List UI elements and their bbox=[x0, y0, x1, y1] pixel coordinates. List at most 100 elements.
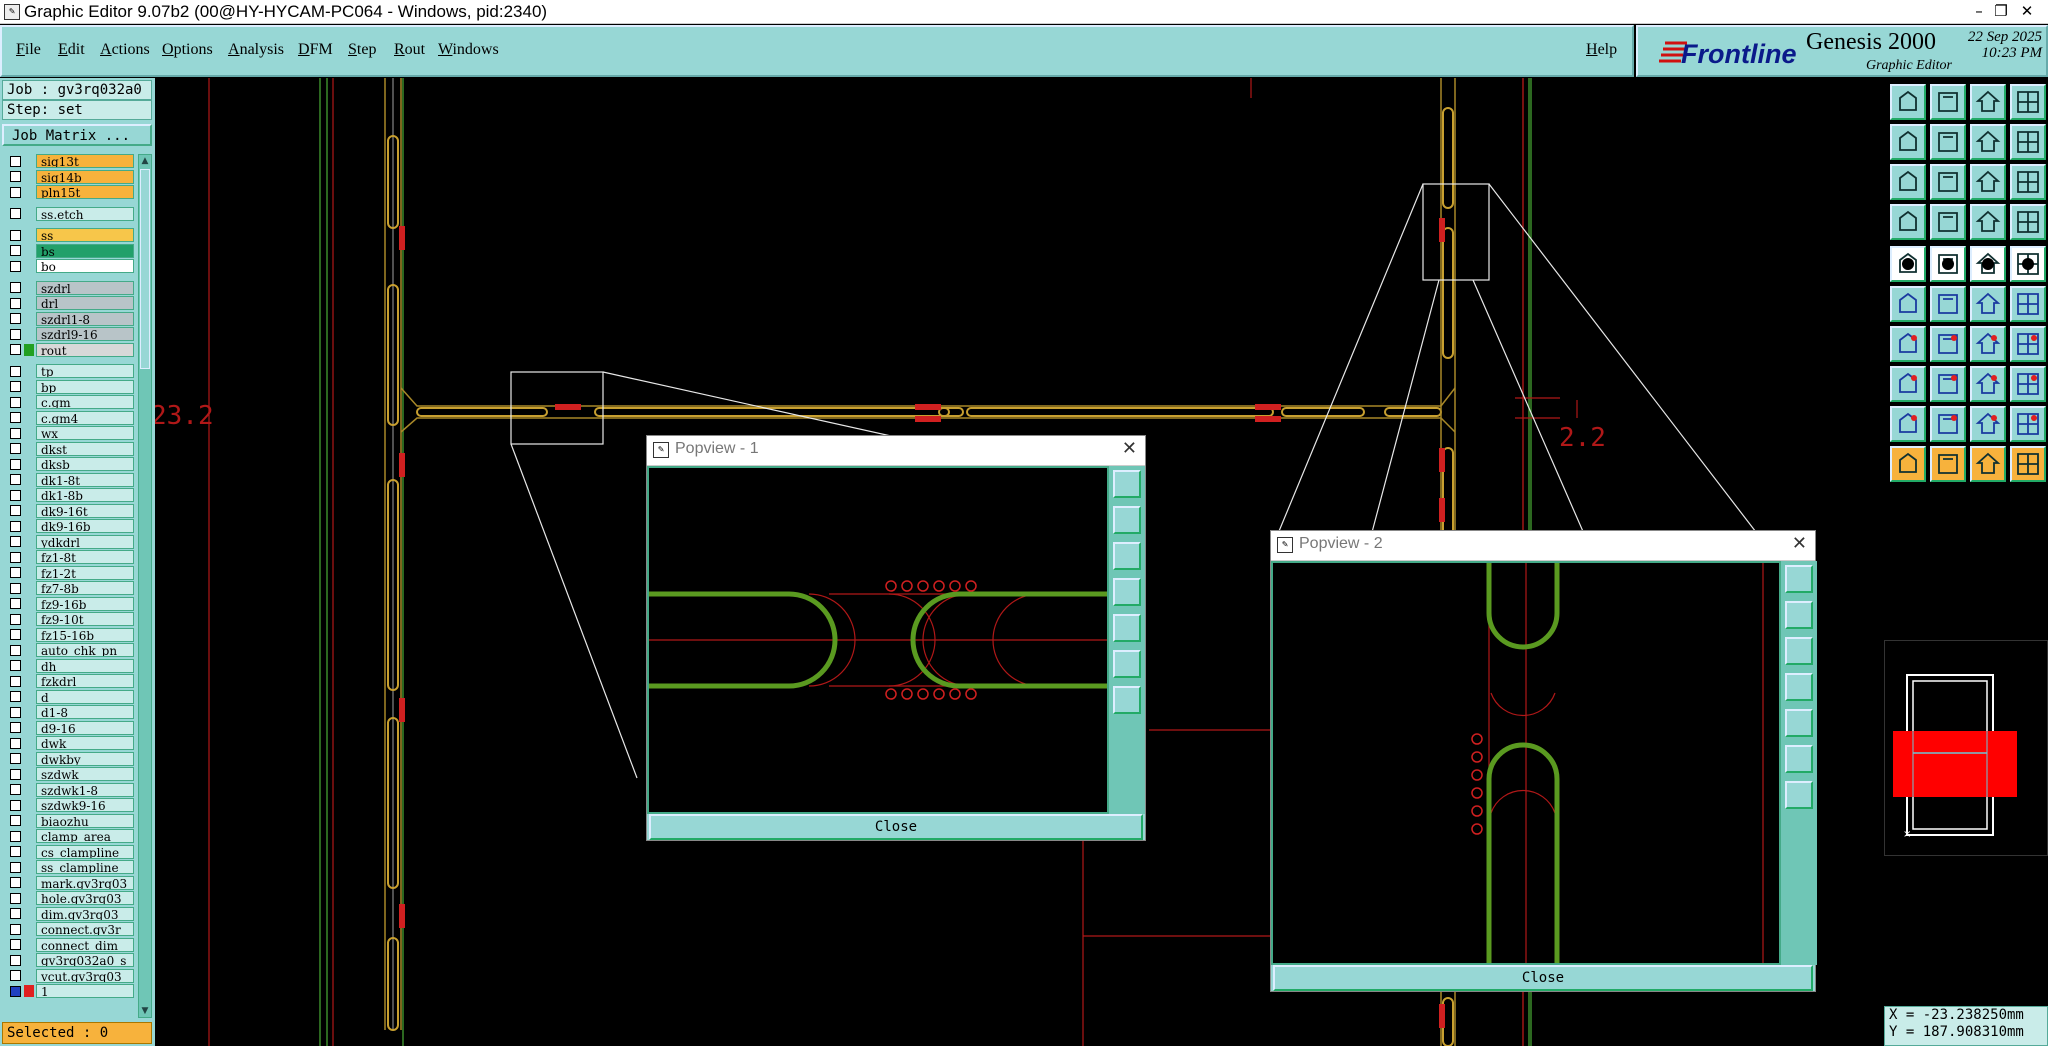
layer-name[interactable]: sig13t bbox=[36, 154, 134, 168]
layer-row[interactable]: fz1-8t bbox=[4, 550, 134, 564]
layer-row[interactable]: c.gm bbox=[4, 395, 134, 409]
menu-dfm[interactable]: DFM bbox=[298, 41, 333, 59]
copy-in-icon[interactable] bbox=[1890, 124, 1926, 160]
ruler-icon[interactable] bbox=[1970, 246, 2006, 282]
menu-analysis[interactable]: Analysis bbox=[228, 41, 284, 59]
menu-windows[interactable]: Windows bbox=[438, 41, 499, 59]
layer-name[interactable]: dk9-16t bbox=[36, 503, 134, 518]
layer-name[interactable]: c.gm bbox=[36, 395, 134, 409]
cross-nodes-icon[interactable] bbox=[1930, 286, 1966, 322]
layer-row[interactable]: dim.gv3rq03 bbox=[4, 906, 134, 921]
arc-b-icon[interactable] bbox=[1930, 406, 1966, 442]
layer-row[interactable]: sig14b bbox=[4, 169, 134, 184]
layer-row[interactable]: vcut.gv3rq03 bbox=[4, 968, 134, 983]
open-job-icon[interactable] bbox=[1890, 84, 1926, 120]
layer-checkbox[interactable] bbox=[10, 846, 21, 857]
layer-name[interactable]: dkst bbox=[36, 441, 134, 456]
layer-checkbox[interactable] bbox=[10, 629, 21, 640]
layer-name[interactable]: dwk bbox=[36, 736, 134, 750]
layer-name[interactable]: szdwk9-16 bbox=[36, 798, 134, 812]
layer-checkbox[interactable] bbox=[10, 365, 21, 377]
layer-name[interactable]: fz1-2t bbox=[36, 565, 134, 580]
layer-checkbox[interactable] bbox=[10, 186, 21, 198]
scroll-down-icon[interactable]: ▼ bbox=[139, 1005, 151, 1017]
layer-name[interactable]: cs_clampline bbox=[36, 844, 134, 859]
job-matrix-button[interactable]: Job Matrix ... bbox=[2, 124, 152, 146]
layer-name[interactable]: d1-8 bbox=[36, 705, 134, 719]
popview-2-close-button[interactable]: Close bbox=[1273, 965, 1813, 991]
layers-a-icon[interactable] bbox=[1970, 204, 2006, 240]
layer-checkbox[interactable] bbox=[10, 691, 21, 702]
layer-checkbox[interactable] bbox=[10, 784, 21, 795]
layer-name[interactable]: wx bbox=[36, 426, 134, 440]
menu-edit[interactable]: Edit bbox=[58, 41, 85, 59]
layer-checkbox[interactable] bbox=[10, 474, 21, 485]
layer-checkbox[interactable] bbox=[10, 396, 21, 408]
layer-name[interactable]: d bbox=[36, 689, 134, 704]
layer-name[interactable]: szdrl9-16 bbox=[36, 327, 134, 341]
layer-name[interactable]: biaozhu bbox=[36, 813, 134, 828]
angle-icon[interactable] bbox=[1890, 326, 1926, 362]
layer-row[interactable]: bo bbox=[4, 259, 134, 273]
layer-row[interactable]: dwkby bbox=[4, 751, 134, 766]
pv2-zoom-in-icon[interactable] bbox=[1785, 745, 1813, 773]
layer-name[interactable]: dk9-16b bbox=[36, 519, 134, 533]
pv-zoom-home-icon[interactable] bbox=[1113, 470, 1141, 498]
layer-checkbox[interactable] bbox=[10, 489, 21, 501]
layer-row[interactable]: fzkdrl bbox=[4, 674, 134, 688]
black-dot-icon[interactable] bbox=[1890, 246, 1926, 282]
pv2-pan-up-icon[interactable] bbox=[1785, 601, 1813, 629]
layers-b-icon[interactable] bbox=[2010, 204, 2046, 240]
corner-icon[interactable] bbox=[1930, 246, 1966, 282]
layer-checkbox[interactable] bbox=[10, 245, 21, 256]
layer-row[interactable]: fz1-2t bbox=[4, 565, 134, 580]
layer-name[interactable]: clamp_area bbox=[36, 829, 134, 843]
layer-row[interactable]: auto_chk_pn bbox=[4, 643, 134, 657]
rotate-icon[interactable] bbox=[1970, 326, 2006, 362]
layer-name[interactable]: ydkdrl bbox=[36, 534, 134, 549]
layer-row[interactable]: dh bbox=[4, 658, 134, 673]
pv2-zoom-out-icon[interactable] bbox=[1785, 781, 1813, 809]
menu-actions[interactable]: Actions bbox=[100, 41, 150, 59]
layer-name[interactable]: bs bbox=[36, 243, 134, 258]
layer-row[interactable]: szdrl1-8 bbox=[4, 311, 134, 326]
layer-name[interactable]: bp bbox=[36, 379, 134, 394]
layer-row[interactable]: szdwk9-16 bbox=[4, 798, 134, 812]
layer-checkbox[interactable] bbox=[10, 313, 21, 324]
layer-name[interactable]: vcut.gv3rq03 bbox=[36, 968, 134, 983]
layer-checkbox[interactable] bbox=[10, 675, 21, 687]
zoom-center-icon[interactable] bbox=[1930, 164, 1966, 200]
layer-name[interactable]: connect.gv3r bbox=[36, 922, 134, 936]
layer-checkbox[interactable] bbox=[10, 923, 21, 935]
grid-point-icon[interactable] bbox=[1890, 366, 1926, 402]
layer-row[interactable]: hole.gv3rq03 bbox=[4, 891, 134, 905]
layer-checkbox[interactable] bbox=[10, 892, 21, 904]
layer-name[interactable]: d9-16 bbox=[36, 720, 134, 735]
layer-row[interactable]: 1 bbox=[4, 984, 134, 998]
layer-checkbox[interactable] bbox=[10, 443, 21, 454]
layer-checkbox[interactable] bbox=[10, 229, 21, 241]
diagonal-icon[interactable] bbox=[1930, 326, 1966, 362]
layer-name[interactable]: gv3rq032a0_s bbox=[36, 953, 134, 967]
layer-row[interactable]: ss_clampline bbox=[4, 860, 134, 874]
pv2-pan-down-icon[interactable] bbox=[1785, 637, 1813, 665]
layer-row[interactable]: sig13t bbox=[4, 154, 134, 168]
layer-name[interactable]: connect_dim bbox=[36, 937, 134, 952]
overview-map[interactable]: × bbox=[1884, 640, 2048, 856]
layer-checkbox[interactable] bbox=[10, 282, 21, 293]
pv-pan-left-icon[interactable] bbox=[1113, 578, 1141, 606]
layer-checkbox[interactable] bbox=[10, 722, 21, 733]
layer-row[interactable]: tp bbox=[4, 364, 134, 378]
pv-zoom-out-icon[interactable] bbox=[1113, 686, 1141, 714]
layer-name[interactable]: rout bbox=[36, 342, 134, 357]
layer-name[interactable]: 1 bbox=[36, 984, 134, 998]
pointer-a-icon[interactable] bbox=[1890, 446, 1926, 482]
split-icon[interactable] bbox=[2010, 326, 2046, 362]
layer-checkbox[interactable] bbox=[10, 155, 21, 167]
slant-node-icon[interactable] bbox=[2010, 286, 2046, 322]
layer-checkbox[interactable] bbox=[10, 520, 21, 532]
layer-row[interactable]: c.gm4 bbox=[4, 410, 134, 425]
layer-row[interactable]: szdwk1-8 bbox=[4, 782, 134, 797]
layer-name[interactable]: dh bbox=[36, 658, 134, 673]
popview-1-view[interactable] bbox=[647, 466, 1109, 814]
